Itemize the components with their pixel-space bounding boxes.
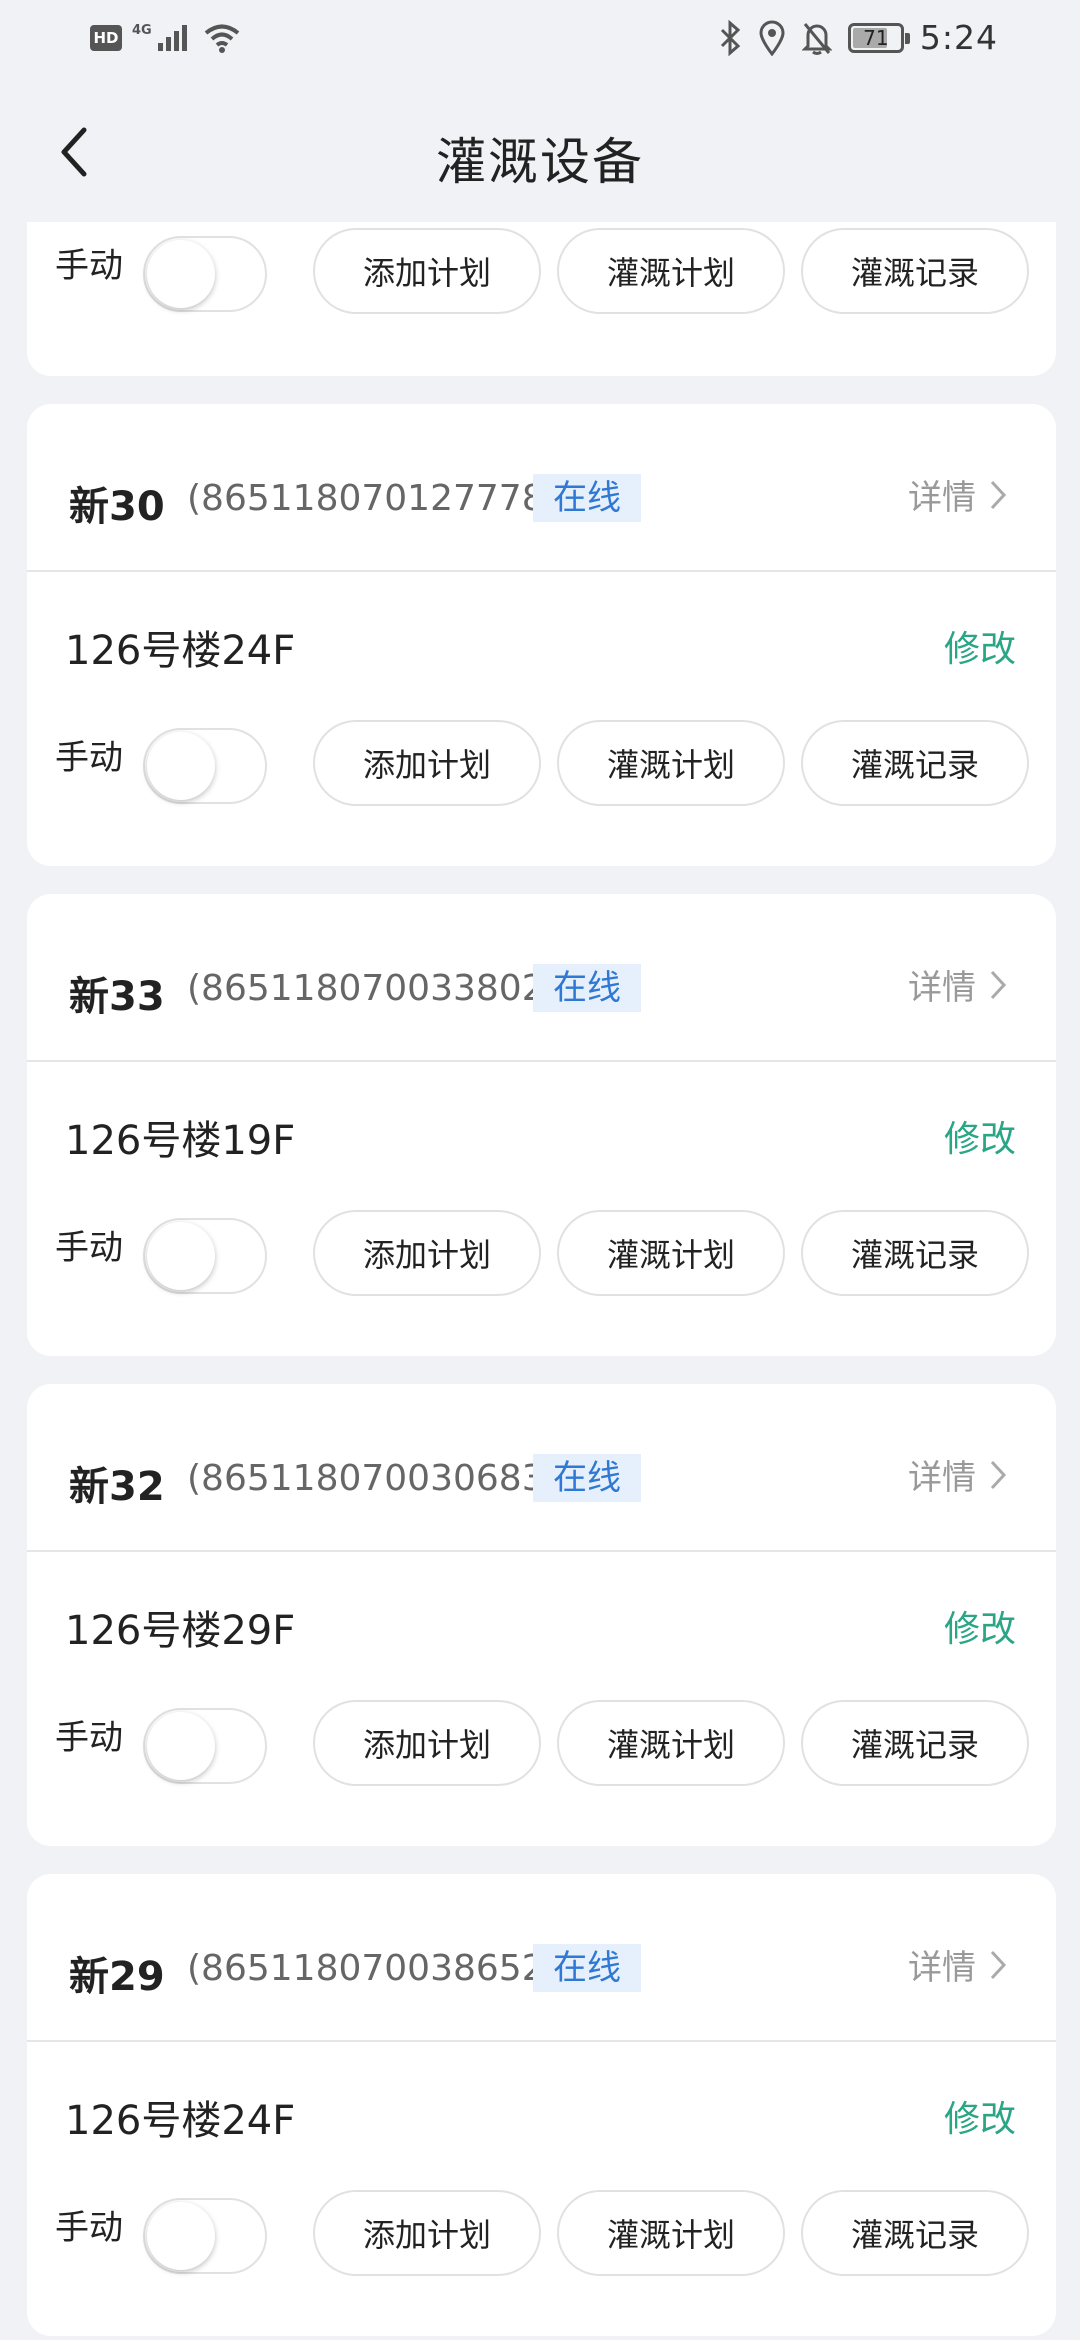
page-title: 灌溉设备 bbox=[436, 133, 644, 191]
device-card: 手动 添加计划 灌溉计划 灌溉记录 bbox=[27, 222, 1056, 376]
details-link[interactable]: 详情 bbox=[908, 1940, 1008, 1989]
wifi-icon bbox=[204, 24, 239, 53]
status-left: HD 4G bbox=[90, 22, 242, 54]
manual-toggle[interactable] bbox=[143, 1218, 267, 1294]
manual-toggle[interactable] bbox=[143, 728, 267, 804]
edit-link[interactable]: 修改 bbox=[944, 1110, 1016, 1162]
location-icon bbox=[759, 20, 785, 56]
status-right: 71 5:24 bbox=[718, 18, 998, 57]
device-location: 126号楼29F bbox=[65, 1608, 296, 1654]
device-card: 新32 (865118070030683) 在线 详情 126号楼29F 修改 … bbox=[27, 1384, 1056, 1846]
details-link[interactable]: 详情 bbox=[908, 1450, 1008, 1499]
edit-link[interactable]: 修改 bbox=[944, 620, 1016, 672]
battery-level: 71 bbox=[863, 25, 889, 50]
irrigation-record-button[interactable]: 灌溉记录 bbox=[801, 2190, 1029, 2276]
chevron-right-icon bbox=[990, 1950, 1007, 1979]
status-bar: HD 4G 71 5:24 bbox=[0, 0, 1080, 86]
card-header: 新30 (865118070127778) 在线 详情 bbox=[27, 404, 1056, 572]
details-link[interactable]: 详情 bbox=[908, 960, 1008, 1009]
irrigation-record-button[interactable]: 灌溉记录 bbox=[801, 720, 1029, 806]
bell-off-icon bbox=[801, 22, 832, 55]
irrigation-record-button[interactable]: 灌溉记录 bbox=[801, 1210, 1029, 1296]
bluetooth-icon bbox=[720, 19, 741, 56]
hd-badge: HD bbox=[90, 25, 122, 51]
control-row: 手动 添加计划 灌溉计划 灌溉记录 bbox=[27, 2190, 1056, 2280]
add-plan-button[interactable]: 添加计划 bbox=[313, 2190, 541, 2276]
manual-label: 手动 bbox=[55, 1718, 123, 1758]
chevron-right-icon bbox=[990, 480, 1007, 509]
device-card: 新29 (865118070038652) 在线 详情 126号楼24F 修改 … bbox=[27, 1874, 1056, 2336]
device-name: 新30 bbox=[69, 484, 165, 530]
nav-bar: 灌溉设备 bbox=[0, 86, 1080, 222]
irrigation-record-button[interactable]: 灌溉记录 bbox=[801, 1700, 1029, 1786]
control-row: 手动 添加计划 灌溉计划 灌溉记录 bbox=[27, 1210, 1056, 1300]
irrigation-plan-button[interactable]: 灌溉计划 bbox=[557, 720, 785, 806]
status-badge: 在线 bbox=[533, 1454, 641, 1502]
control-row: 手动 添加计划 灌溉计划 灌溉记录 bbox=[27, 1700, 1056, 1790]
device-card: 新30 (865118070127778) 在线 详情 126号楼24F 修改 … bbox=[27, 404, 1056, 866]
manual-label: 手动 bbox=[55, 1228, 123, 1268]
add-plan-button[interactable]: 添加计划 bbox=[313, 1210, 541, 1296]
manual-toggle[interactable] bbox=[143, 1708, 267, 1784]
status-badge: 在线 bbox=[533, 1944, 641, 1992]
details-link[interactable]: 详情 bbox=[908, 470, 1008, 519]
toggle-knob bbox=[147, 2202, 215, 2270]
device-name: 新33 bbox=[69, 974, 165, 1020]
device-list[interactable]: 手动 添加计划 灌溉计划 灌溉记录 新30 (865118070127778) … bbox=[0, 222, 1080, 2340]
details-label: 详情 bbox=[908, 968, 976, 1008]
device-name: 新32 bbox=[69, 1464, 165, 1510]
signal-icon bbox=[157, 25, 187, 51]
battery-icon: 71 bbox=[847, 22, 910, 53]
chevron-right-icon bbox=[990, 970, 1007, 999]
card-header: 新29 (865118070038652) 在线 详情 bbox=[27, 1874, 1056, 2042]
card-header: 新32 (865118070030683) 在线 详情 bbox=[27, 1384, 1056, 1552]
device-location: 126号楼19F bbox=[65, 1118, 296, 1164]
device-location: 126号楼24F bbox=[65, 2098, 296, 2144]
toggle-knob bbox=[147, 240, 215, 308]
manual-toggle[interactable] bbox=[143, 2198, 267, 2274]
details-label: 详情 bbox=[908, 1948, 976, 1988]
control-row: 手动 添加计划 灌溉计划 灌溉记录 bbox=[27, 228, 1056, 318]
details-label: 详情 bbox=[908, 478, 976, 518]
device-name: 新29 bbox=[69, 1954, 165, 2000]
status-badge: 在线 bbox=[533, 964, 641, 1012]
manual-label: 手动 bbox=[55, 738, 123, 778]
card-header: 新33 (865118070033802) 在线 详情 bbox=[27, 894, 1056, 1062]
irrigation-record-button[interactable]: 灌溉记录 bbox=[801, 228, 1029, 314]
edit-link[interactable]: 修改 bbox=[944, 1600, 1016, 1652]
irrigation-plan-button[interactable]: 灌溉计划 bbox=[557, 2190, 785, 2276]
toggle-knob bbox=[147, 1222, 215, 1290]
device-id: (865118070033802) bbox=[187, 968, 559, 1009]
irrigation-plan-button[interactable]: 灌溉计划 bbox=[557, 228, 785, 314]
add-plan-button[interactable]: 添加计划 bbox=[313, 720, 541, 806]
edit-link[interactable]: 修改 bbox=[944, 2090, 1016, 2142]
device-location: 126号楼24F bbox=[65, 628, 296, 674]
irrigation-plan-button[interactable]: 灌溉计划 bbox=[557, 1700, 785, 1786]
add-plan-button[interactable]: 添加计划 bbox=[313, 1700, 541, 1786]
device-id: (865118070030683) bbox=[187, 1458, 559, 1499]
toggle-knob bbox=[147, 732, 215, 800]
clock: 5:24 bbox=[919, 18, 998, 57]
manual-toggle[interactable] bbox=[143, 236, 267, 312]
manual-label: 手动 bbox=[55, 246, 123, 286]
status-badge: 在线 bbox=[533, 474, 641, 522]
details-label: 详情 bbox=[908, 1458, 976, 1498]
manual-label: 手动 bbox=[55, 2208, 123, 2248]
control-row: 手动 添加计划 灌溉计划 灌溉记录 bbox=[27, 720, 1056, 810]
device-id: (865118070038652) bbox=[187, 1948, 559, 1989]
irrigation-plan-button[interactable]: 灌溉计划 bbox=[557, 1210, 785, 1296]
device-id: (865118070127778) bbox=[187, 478, 559, 519]
network-type: 4G bbox=[132, 22, 152, 38]
add-plan-button[interactable]: 添加计划 bbox=[313, 228, 541, 314]
device-card: 新33 (865118070033802) 在线 详情 126号楼19F 修改 … bbox=[27, 894, 1056, 1356]
chevron-right-icon bbox=[990, 1460, 1007, 1489]
toggle-knob bbox=[147, 1712, 215, 1780]
